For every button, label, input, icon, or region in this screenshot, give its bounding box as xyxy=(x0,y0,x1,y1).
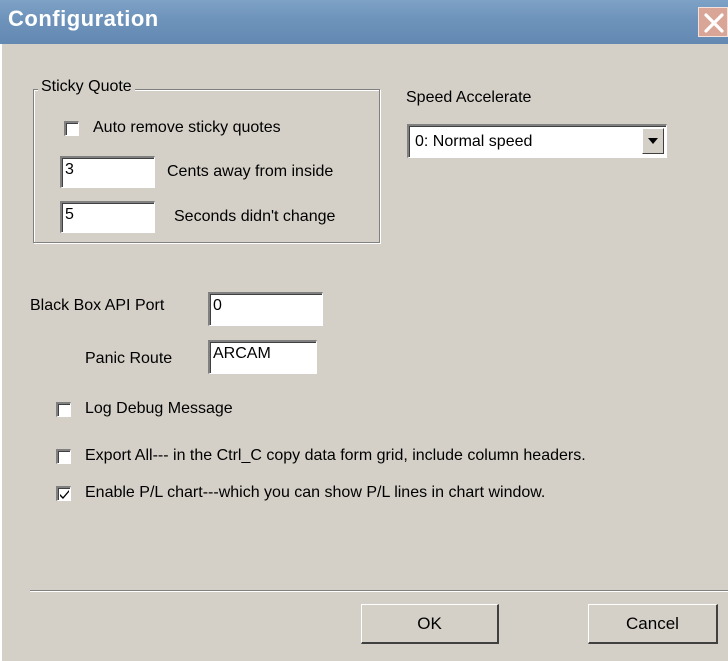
enable-pl-checkbox[interactable] xyxy=(56,486,71,501)
speed-accelerate-label: Speed Accelerate xyxy=(406,89,532,106)
panic-route-input[interactable]: ARCAM xyxy=(208,340,317,374)
cents-away-input[interactable]: 3 xyxy=(60,156,155,188)
close-button[interactable] xyxy=(698,7,728,37)
cancel-button[interactable]: Cancel xyxy=(588,604,718,644)
chevron-down-icon xyxy=(648,138,658,144)
dropdown-button[interactable] xyxy=(642,128,664,154)
speed-selected-value: 0: Normal speed xyxy=(415,133,533,150)
window-title: Configuration xyxy=(8,6,159,31)
sticky-quote-label: Sticky Quote xyxy=(38,78,135,96)
export-all-label: Export All--- in the Ctrl_C copy data fo… xyxy=(85,447,586,464)
enable-pl-label: Enable P/L chart---which you can show P/… xyxy=(85,484,546,501)
ok-button[interactable]: OK xyxy=(361,604,499,644)
separator xyxy=(30,590,728,592)
panic-route-label: Panic Route xyxy=(85,350,173,367)
title-bar: Configuration xyxy=(0,0,728,44)
close-icon xyxy=(704,13,724,33)
seconds-input[interactable]: 5 xyxy=(60,201,155,233)
cents-away-label: Cents away from inside xyxy=(167,163,334,180)
speed-accelerate-select[interactable]: 0: Normal speed xyxy=(407,124,667,158)
checkmark-icon xyxy=(60,490,69,499)
black-box-port-label: Black Box API Port xyxy=(30,297,165,314)
export-all-checkbox[interactable] xyxy=(56,449,71,464)
auto-remove-label: Auto remove sticky quotes xyxy=(93,119,281,136)
black-box-port-input[interactable]: 0 xyxy=(208,292,323,326)
log-debug-label: Log Debug Message xyxy=(85,400,233,417)
seconds-label: Seconds didn't change xyxy=(174,208,336,225)
auto-remove-checkbox[interactable] xyxy=(64,121,79,136)
log-debug-checkbox[interactable] xyxy=(56,402,71,417)
